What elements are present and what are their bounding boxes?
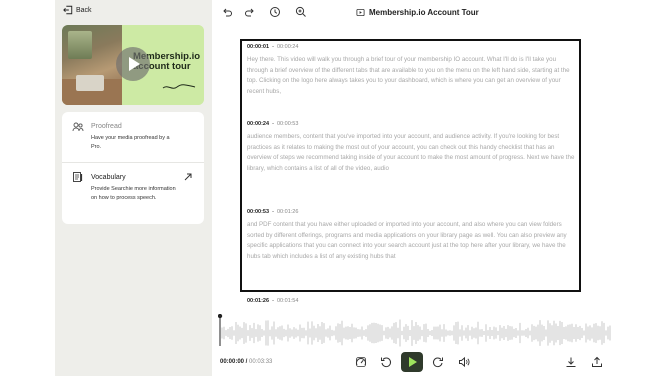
office-photo: [62, 25, 122, 105]
external-arrow-icon[interactable]: [183, 172, 193, 182]
search-zoom-icon[interactable]: [295, 6, 307, 18]
history-icon[interactable]: [269, 6, 281, 18]
segment-text[interactable]: and PDF content that you have either upl…: [247, 220, 575, 262]
transcript-segment[interactable]: 00:00:24 - 00:00:53 audience members, co…: [247, 121, 575, 174]
rewind-icon[interactable]: [380, 356, 392, 368]
share-icon[interactable]: [591, 356, 603, 368]
option-description: Provide Searchie more information on how…: [91, 186, 176, 201]
time-display: 00:00:00 / 00:03:33: [220, 359, 273, 365]
timestamp-range: 00:00:53 - 00:01:26: [247, 209, 299, 215]
timestamp-range: 00:01:26 - 00:01:54: [247, 298, 299, 304]
transcript-panel[interactable]: 00:00:01 - 00:00:24 Hey there. This vide…: [240, 39, 581, 292]
squiggle-icon: [162, 84, 196, 89]
transcript-segment[interactable]: 00:00:53 - 00:01:26 and PDF content that…: [247, 209, 575, 262]
option-title: Vocabulary: [91, 174, 126, 181]
volume-icon[interactable]: [458, 356, 470, 368]
undo-icon[interactable]: [221, 6, 233, 18]
playhead-handle[interactable]: [218, 314, 223, 319]
transcript-segment[interactable]: 00:00:01 - 00:00:24 Hey there. This vide…: [247, 44, 575, 97]
play-button[interactable]: [401, 352, 423, 372]
segment-text[interactable]: audience members, content that you've im…: [247, 132, 575, 174]
people-icon: [72, 122, 84, 132]
speed-icon[interactable]: [355, 356, 367, 368]
timestamp-range: 00:00:01 - 00:00:24: [247, 44, 299, 50]
timestamp-range: 00:00:24 - 00:00:53: [247, 121, 299, 127]
redo-icon[interactable]: [244, 6, 256, 18]
book-icon: [73, 172, 83, 182]
back-button[interactable]: Back: [63, 5, 92, 15]
audio-waveform[interactable]: [218, 314, 613, 348]
app-window: Back Membership.io account tour Proofrea…: [0, 0, 670, 376]
document-title: Membership.io Account Tour: [356, 8, 479, 17]
option-title: Proofread: [91, 123, 122, 130]
back-arrow-icon: [63, 5, 73, 15]
segment-text[interactable]: Hey there. This video will walk you thro…: [247, 55, 575, 97]
video-file-icon: [356, 8, 365, 17]
option-description: Have your media proofread by a Pro.: [91, 135, 170, 150]
forward-icon[interactable]: [432, 356, 444, 368]
back-label: Back: [76, 6, 92, 14]
video-play-icon[interactable]: [116, 47, 150, 81]
download-icon[interactable]: [565, 356, 577, 368]
